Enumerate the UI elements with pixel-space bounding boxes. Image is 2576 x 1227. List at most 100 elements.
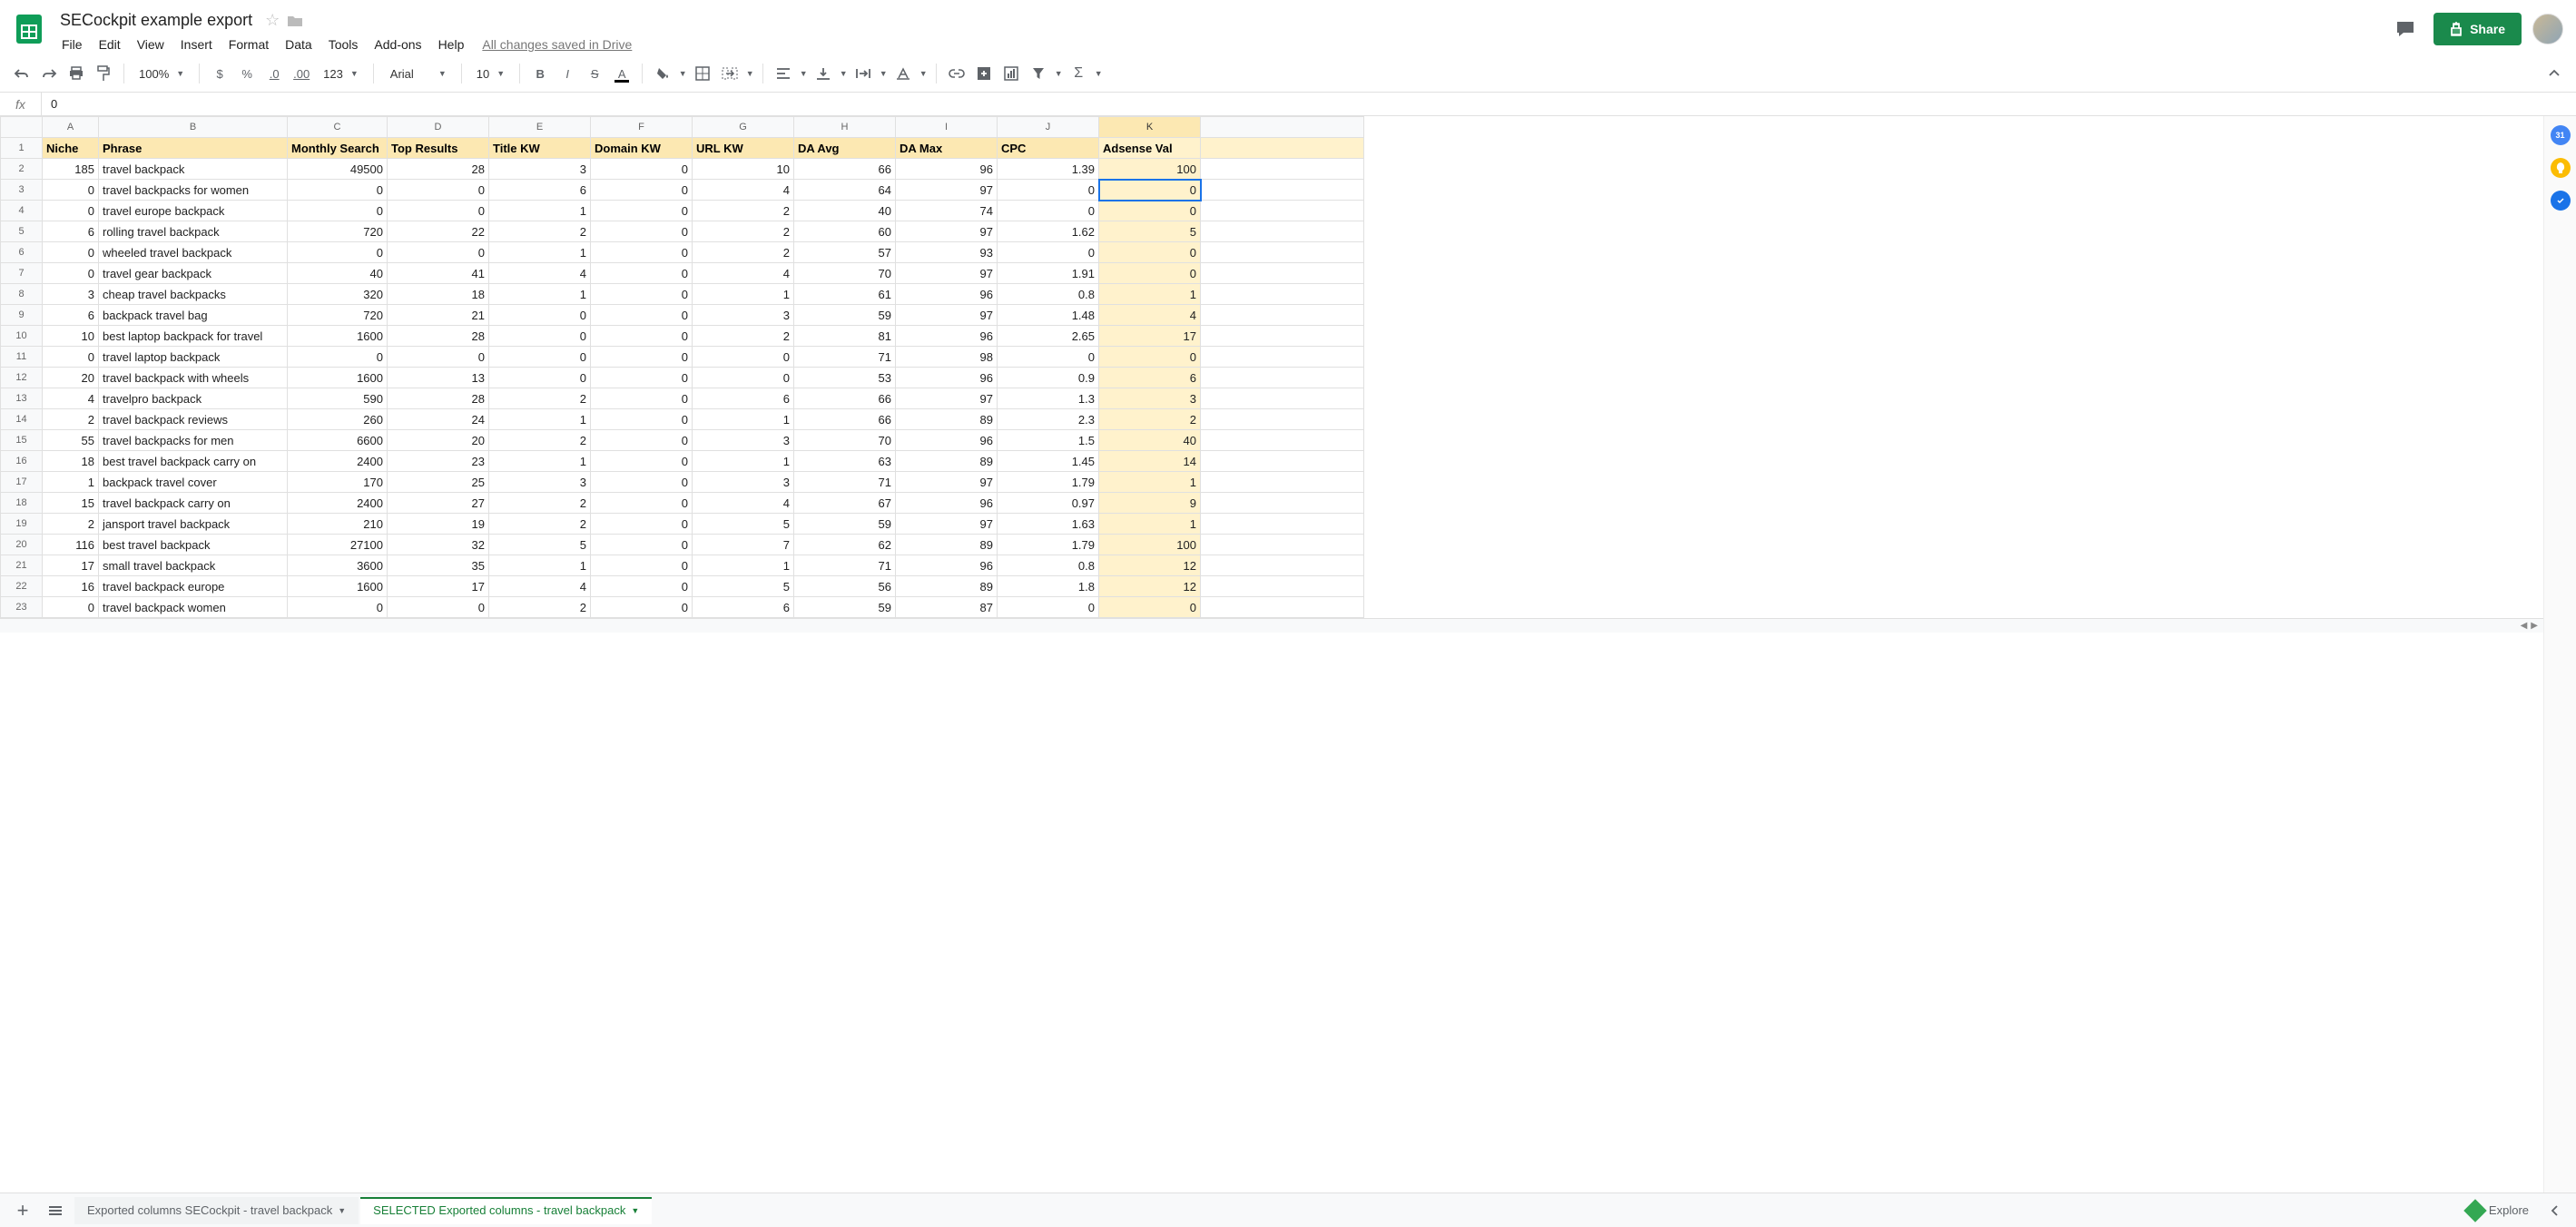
cell[interactable]: 0 — [591, 472, 693, 493]
cell[interactable]: 1600 — [288, 326, 388, 347]
cell[interactable]: 3 — [489, 159, 591, 180]
row-header[interactable]: 23 — [1, 597, 43, 618]
row-header[interactable]: 3 — [1, 180, 43, 201]
cell[interactable]: 5 — [693, 576, 794, 597]
cell[interactable]: 4 — [693, 493, 794, 514]
cell[interactable]: 1.79 — [998, 535, 1099, 555]
cell[interactable]: 0 — [591, 347, 693, 368]
cell[interactable]: 40 — [288, 263, 388, 284]
header-cell[interactable]: Adsense Val — [1099, 138, 1201, 159]
cell[interactable]: 22 — [388, 221, 489, 242]
cell[interactable]: 97 — [896, 472, 998, 493]
collapse-toolbar-button[interactable] — [2542, 61, 2567, 86]
cell[interactable]: travel laptop backpack — [99, 347, 288, 368]
tab-chevron-icon[interactable]: ▼ — [338, 1206, 346, 1215]
cell[interactable]: 23 — [388, 451, 489, 472]
row-header[interactable]: 11 — [1, 347, 43, 368]
cell[interactable]: 0 — [591, 430, 693, 451]
cell[interactable]: 0.97 — [998, 493, 1099, 514]
row-header[interactable]: 7 — [1, 263, 43, 284]
add-sheet-button[interactable]: + — [9, 1197, 36, 1224]
filter-button[interactable] — [1026, 61, 1051, 86]
cell[interactable]: 1 — [489, 555, 591, 576]
cell[interactable]: 2400 — [288, 451, 388, 472]
cell[interactable]: 1 — [489, 242, 591, 263]
row-header[interactable]: 18 — [1, 493, 43, 514]
cell[interactable]: 2 — [43, 409, 99, 430]
cell[interactable]: 2 — [489, 430, 591, 451]
cell[interactable]: 1 — [693, 451, 794, 472]
more-formats-dropdown[interactable]: 123▼ — [316, 61, 366, 86]
cell[interactable]: best laptop backpack for travel — [99, 326, 288, 347]
cell[interactable]: 0 — [1099, 180, 1201, 201]
cell[interactable]: 0 — [998, 347, 1099, 368]
header-cell[interactable]: Monthly Search — [288, 138, 388, 159]
cell[interactable]: 1.39 — [998, 159, 1099, 180]
cell[interactable]: 1 — [1099, 472, 1201, 493]
vertical-align-button[interactable] — [811, 61, 836, 86]
cell[interactable]: 66 — [794, 388, 896, 409]
cell[interactable]: 2.65 — [998, 326, 1099, 347]
cell[interactable]: 3 — [1099, 388, 1201, 409]
cell[interactable]: 67 — [794, 493, 896, 514]
fill-color-chevron[interactable]: ▼ — [677, 61, 688, 86]
cell[interactable]: 1 — [489, 284, 591, 305]
cell[interactable]: 96 — [896, 326, 998, 347]
wrap-chevron[interactable]: ▼ — [878, 61, 889, 86]
cell[interactable]: 6600 — [288, 430, 388, 451]
cell[interactable]: 3 — [43, 284, 99, 305]
cell[interactable]: 17 — [388, 576, 489, 597]
cell[interactable]: 10 — [693, 159, 794, 180]
sheets-logo[interactable] — [11, 11, 47, 47]
cell[interactable]: 0.8 — [998, 555, 1099, 576]
column-header[interactable]: I — [896, 117, 998, 138]
cell[interactable]: 0 — [998, 180, 1099, 201]
cell[interactable]: 0 — [591, 493, 693, 514]
select-all-corner[interactable] — [1, 117, 43, 138]
cell[interactable]: 89 — [896, 576, 998, 597]
cell[interactable]: 27100 — [288, 535, 388, 555]
cell[interactable]: 1 — [693, 409, 794, 430]
filter-chevron[interactable]: ▼ — [1053, 61, 1064, 86]
cell[interactable]: 720 — [288, 221, 388, 242]
rotation-chevron[interactable]: ▼ — [918, 61, 929, 86]
cell[interactable]: 12 — [1099, 576, 1201, 597]
tasks-addon-icon[interactable] — [2551, 191, 2571, 211]
cell[interactable]: 97 — [896, 305, 998, 326]
row-header[interactable]: 6 — [1, 242, 43, 263]
cell[interactable]: 18 — [388, 284, 489, 305]
cell[interactable]: 0 — [591, 263, 693, 284]
strikethrough-button[interactable]: S — [582, 61, 607, 86]
account-avatar[interactable] — [2532, 14, 2563, 44]
cell[interactable]: 96 — [896, 430, 998, 451]
cell[interactable]: 3 — [693, 472, 794, 493]
cell[interactable]: 97 — [896, 180, 998, 201]
header-cell[interactable]: URL KW — [693, 138, 794, 159]
formula-input[interactable]: 0 — [42, 97, 57, 111]
cell[interactable]: 7 — [693, 535, 794, 555]
cell[interactable]: 0 — [43, 347, 99, 368]
font-size-dropdown[interactable]: 10▼ — [469, 61, 512, 86]
column-header[interactable]: B — [99, 117, 288, 138]
merge-chevron[interactable]: ▼ — [744, 61, 755, 86]
cell[interactable]: 0 — [591, 555, 693, 576]
menu-data[interactable]: Data — [278, 34, 320, 55]
italic-button[interactable]: I — [555, 61, 580, 86]
cell[interactable]: 25 — [388, 472, 489, 493]
cell[interactable]: travel europe backpack — [99, 201, 288, 221]
cell[interactable]: 0 — [288, 180, 388, 201]
cell[interactable]: 260 — [288, 409, 388, 430]
row-header[interactable]: 4 — [1, 201, 43, 221]
cell[interactable]: 87 — [896, 597, 998, 618]
cell[interactable]: 0 — [591, 597, 693, 618]
cell[interactable]: 2 — [489, 493, 591, 514]
cell[interactable]: 21 — [388, 305, 489, 326]
cell[interactable]: 20 — [388, 430, 489, 451]
cell[interactable]: 0 — [591, 535, 693, 555]
row-header[interactable]: 16 — [1, 451, 43, 472]
cell[interactable]: 0 — [489, 326, 591, 347]
cell[interactable]: 0 — [591, 159, 693, 180]
zoom-dropdown[interactable]: 100%▼ — [132, 61, 192, 86]
row-header[interactable]: 9 — [1, 305, 43, 326]
cell[interactable]: 0 — [288, 201, 388, 221]
